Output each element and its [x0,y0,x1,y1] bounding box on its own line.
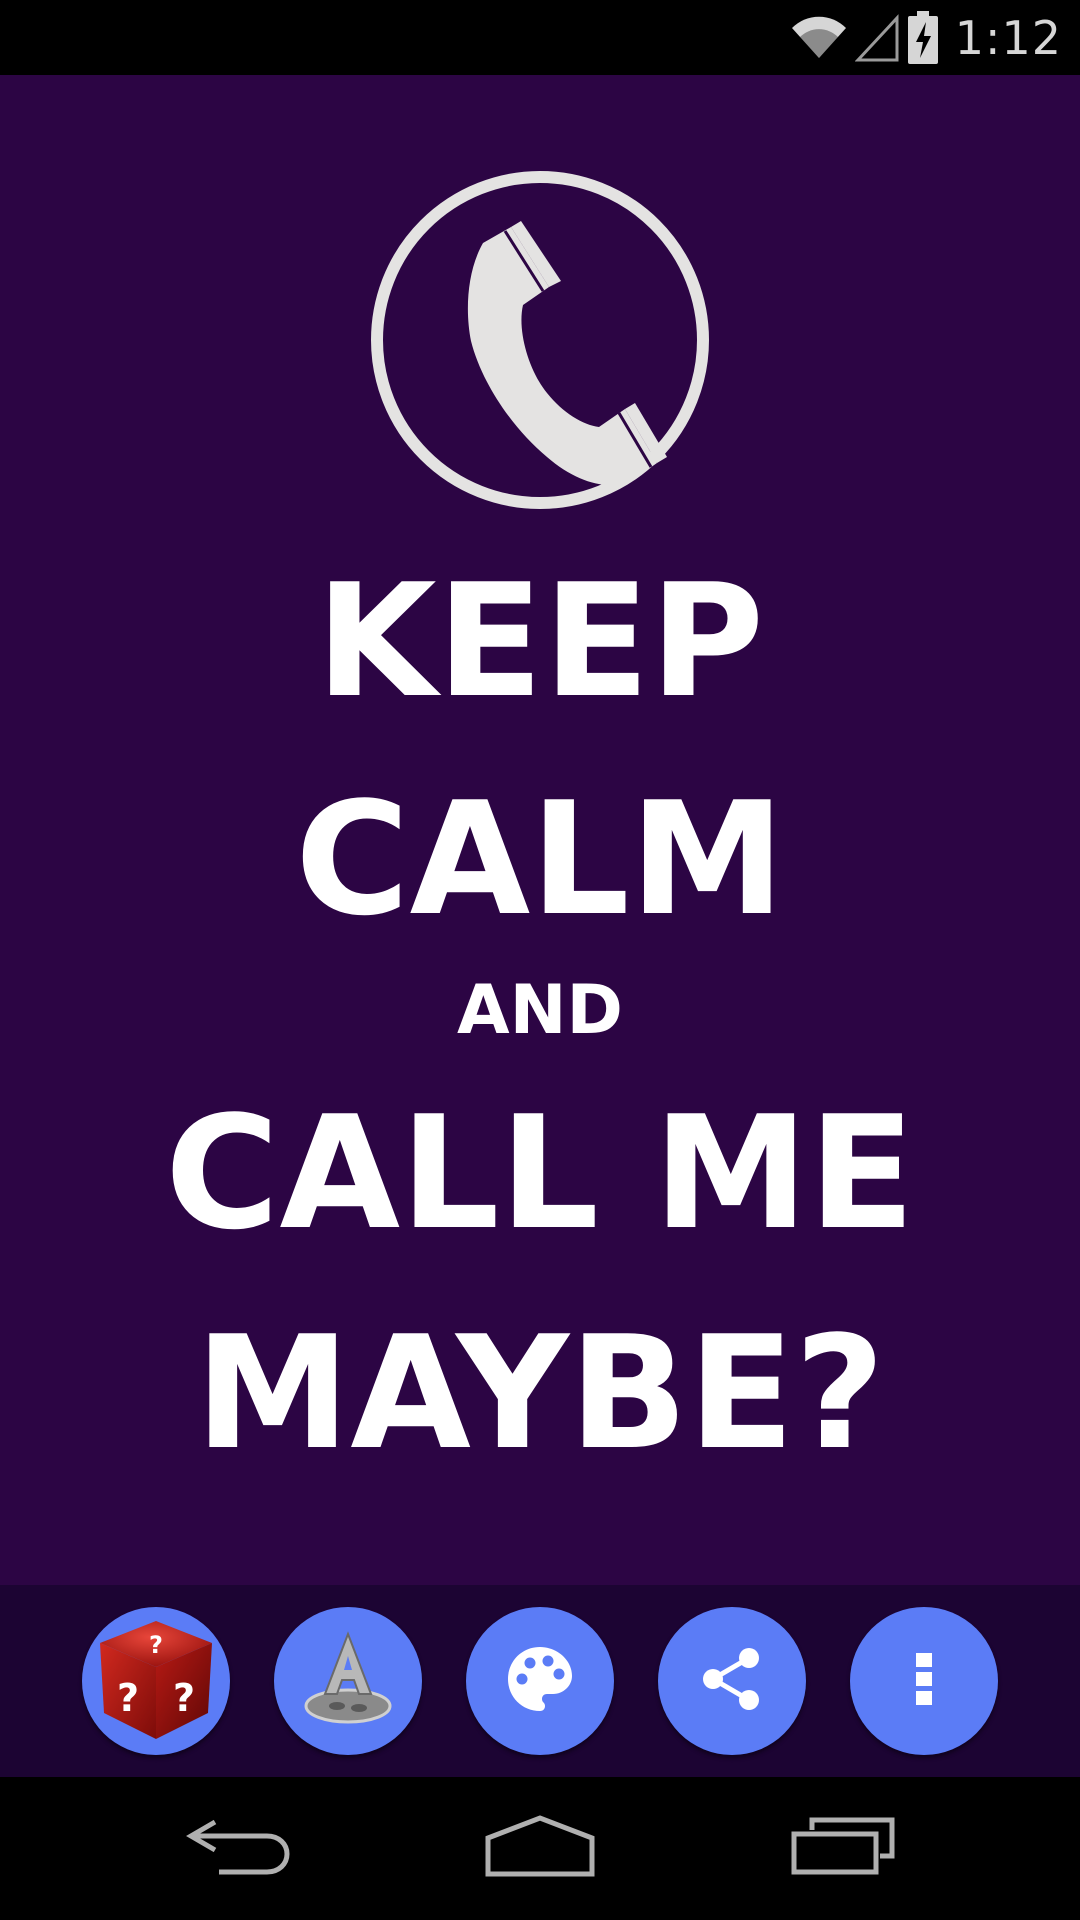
home-button[interactable] [430,1777,650,1920]
font-icon [293,1624,403,1739]
poster-line-and: AND [457,971,623,1050]
share-button[interactable] [658,1607,806,1755]
poster-line-maybe: MAYBE? [195,1302,885,1484]
recents-icon [790,1816,896,1881]
random-dice-icon: ? ? ? [90,1613,222,1750]
back-button[interactable] [130,1777,350,1920]
font-button[interactable] [274,1607,422,1755]
wifi-icon [791,16,847,60]
navigation-bar [0,1777,1080,1920]
svg-text:?: ? [117,1676,139,1720]
status-icons: 1:12 [791,0,1062,75]
svg-text:?: ? [149,1631,163,1659]
share-icon [696,1643,768,1720]
status-clock: 1:12 [954,10,1062,65]
poster-line-calm: CALM [295,768,785,950]
more-options-button[interactable] [850,1607,998,1755]
palette-button[interactable] [466,1607,614,1755]
svg-text:?: ? [173,1676,195,1720]
recents-button[interactable] [733,1777,953,1920]
status-bar: 1:12 [0,0,1080,75]
palette-icon [504,1643,576,1720]
back-icon [185,1814,295,1883]
bottom-toolbar: ? ? ? [0,1585,1080,1777]
battery-charging-icon [907,10,939,65]
more-vert-icon [912,1643,936,1720]
home-icon [484,1814,596,1883]
random-button[interactable]: ? ? ? [82,1607,230,1755]
poster-line-keep: KEEP [315,550,765,732]
cell-signal-icon [854,13,899,62]
poster-line-call-me: CALL ME [164,1082,916,1264]
poster-canvas: KEEP CALM AND CALL ME MAYBE? [0,75,1080,1585]
phone-handset-icon [371,171,709,509]
